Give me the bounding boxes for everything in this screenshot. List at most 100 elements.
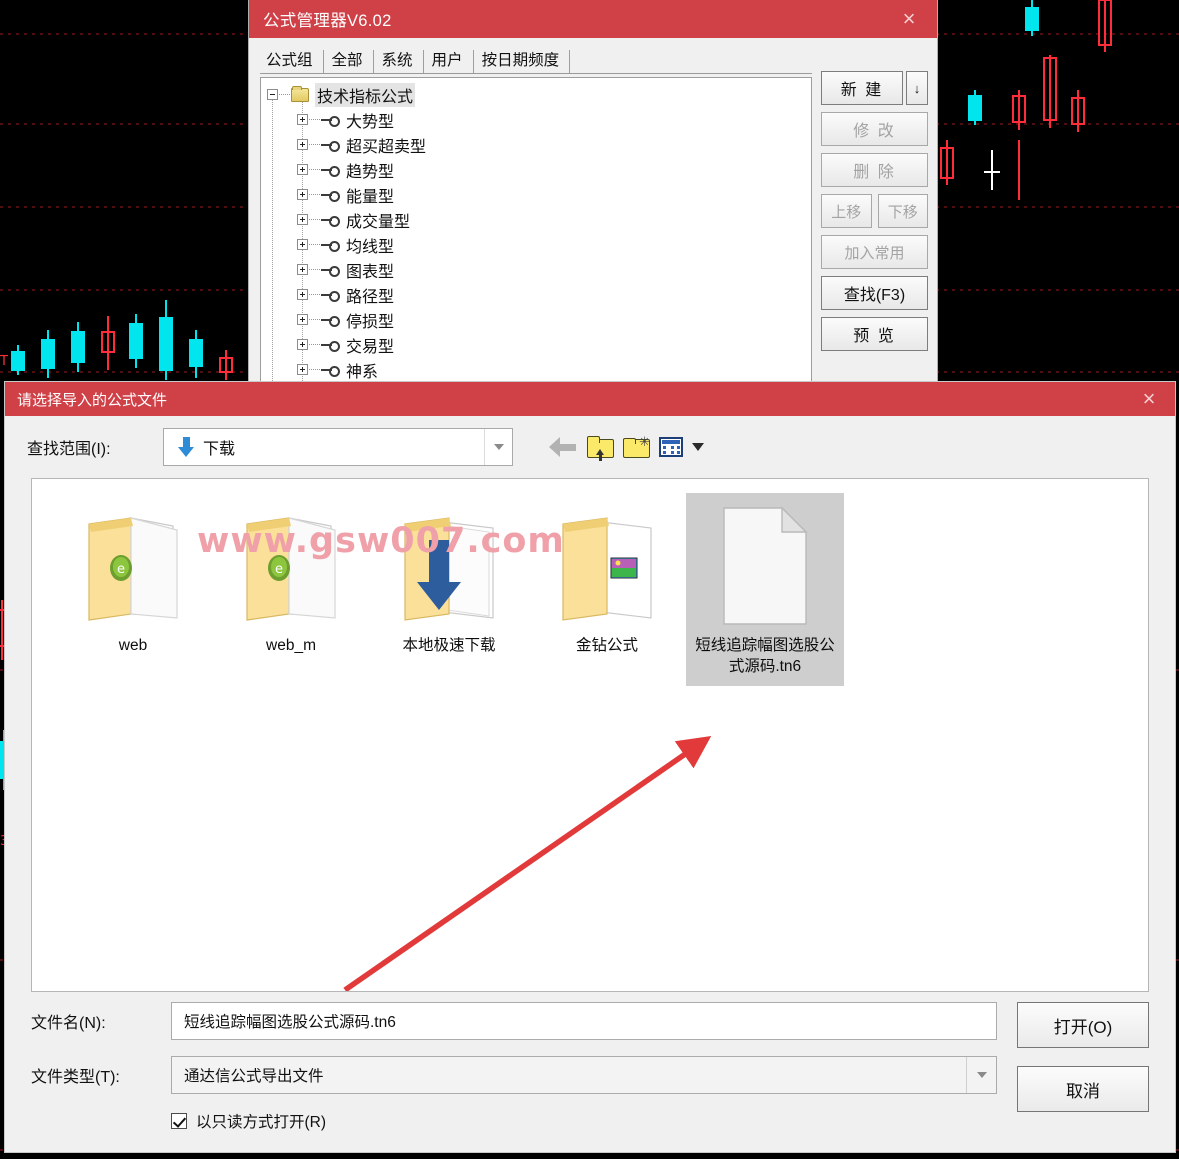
tree-item-trading[interactable]: 交易型 [267,332,811,357]
tree-root-label: 技术指标公式 [315,82,416,107]
new-dropdown-icon[interactable]: ↓ [906,71,928,105]
tree-item-daishixing[interactable]: 大势型 [267,107,811,132]
file-item-local-download[interactable]: 本地极速下载 [370,493,528,686]
tree-item-label: 成交量型 [346,213,411,231]
indicator-icon [321,115,341,127]
file-dialog-titlebar: 请选择导入的公式文件 × [5,382,1175,416]
expand-icon[interactable] [297,139,308,150]
indicator-icon [321,290,341,302]
file-item-web[interactable]: e web [54,493,212,686]
tree-item-chart[interactable]: 图表型 [267,257,811,282]
filetype-dropdown-button[interactable] [966,1057,996,1093]
tree-item-label: 交易型 [346,338,395,356]
lookin-combobox[interactable]: 下载 [163,428,513,466]
tree-item-label: 超买超卖型 [346,138,427,156]
filename-input[interactable]: 短线追踪幅图选股公式源码.tn6 [171,1002,997,1040]
expand-icon[interactable] [297,364,308,375]
file-item-selected-formula-source[interactable]: 短线追踪幅图选股公式源码.tn6 [686,493,844,686]
file-open-dialog: 请选择导入的公式文件 × 查找范围(I): 下载 ✳ e web e web_m… [4,381,1176,1153]
formula-manager-titlebar: 公式管理器V6.02 × [249,0,937,38]
svg-text:e: e [275,562,283,577]
tree-item-shenxi[interactable]: 神系 [267,357,811,382]
tree-item-overbought[interactable]: 超买超卖型 [267,132,811,157]
move-down-button[interactable]: 下移 [877,194,928,228]
close-icon[interactable]: × [1127,382,1171,416]
svg-text:e: e [117,562,125,577]
new-folder-icon[interactable]: ✳ [623,435,650,458]
collapse-icon[interactable] [267,89,278,100]
add-favorite-button[interactable]: 加入常用 [821,235,928,269]
formula-manager-body: 公式组 全部 系统 用户 按日期频度 技术指标公式 大势型 超买超卖型 趋势型 … [249,38,937,389]
move-up-button[interactable]: 上移 [821,194,872,228]
tree-item-moving-average[interactable]: 均线型 [267,232,811,257]
expand-icon[interactable] [297,114,308,125]
modify-button[interactable]: 修 改 [821,112,928,146]
file-label: 金钻公式 [575,637,638,654]
file-label: 短线追踪幅图选股公式源码.tn6 [695,637,835,675]
views-icon[interactable] [659,437,683,457]
tab-system[interactable]: 系统 [374,49,424,73]
readonly-row[interactable]: 以只读方式打开(R) [171,1110,1149,1132]
folder-open-icon: e [81,502,185,630]
file-dialog-bottom-panel: 文件名(N): 短线追踪幅图选股公式源码.tn6 文件类型(T): 通达信公式导… [5,992,1175,1152]
formula-manager-title: 公式管理器V6.02 [263,12,392,30]
expand-icon[interactable] [297,339,308,350]
tree-item-path[interactable]: 路径型 [267,282,811,307]
chevron-down-icon [493,444,504,450]
expand-icon[interactable] [297,289,308,300]
filename-label: 文件名(N): [31,1015,106,1032]
expand-icon[interactable] [297,239,308,250]
annotation-arrow [343,735,712,991]
formula-manager-left-pane: 公式组 全部 系统 用户 按日期频度 技术指标公式 大势型 超买超卖型 趋势型 … [260,48,812,383]
formula-tree[interactable]: 技术指标公式 大势型 超买超卖型 趋势型 能量型 成交量型 均线型 图表型 路径… [260,77,812,383]
tab-user[interactable]: 用户 [424,49,474,73]
expand-icon[interactable] [297,214,308,225]
file-list-area[interactable]: e web e web_m 本地极速下载 金钻公式 短线追踪幅图选股公式源码.t… [31,478,1149,992]
tab-by-date-frequency[interactable]: 按日期频度 [474,49,571,73]
file-item-jinzuan-formula[interactable]: 金钻公式 [528,493,686,686]
tree-connector [279,94,291,95]
cancel-button[interactable]: 取消 [1017,1066,1149,1112]
tab-formula-group[interactable]: 公式组 [260,49,324,73]
indicator-icon [321,165,341,177]
file-label: 本地极速下载 [402,637,496,654]
readonly-checkbox[interactable] [171,1113,187,1129]
find-button[interactable]: 查找(F3) [821,276,928,310]
tree-connector [309,194,321,195]
expand-icon[interactable] [297,264,308,275]
tab-all[interactable]: 全部 [324,49,374,73]
filetype-select[interactable]: 通达信公式导出文件 [171,1056,997,1094]
tree-root-item[interactable]: 技术指标公式 [267,82,811,107]
back-icon[interactable] [549,437,576,457]
tree-guide-line [272,100,273,382]
tree-connector [309,169,321,170]
tree-item-trend[interactable]: 趋势型 [267,157,811,182]
tree-item-stoploss[interactable]: 停损型 [267,307,811,332]
move-button-group: 上移 下移 [821,194,928,228]
expand-icon[interactable] [297,189,308,200]
expand-icon[interactable] [297,164,308,175]
preview-button[interactable]: 预 览 [821,317,928,351]
delete-button[interactable]: 删 除 [821,153,928,187]
filename-row: 文件名(N): 短线追踪幅图选股公式源码.tn6 [31,1002,1149,1040]
file-label: web [118,637,148,654]
indicator-icon [321,215,341,227]
open-button[interactable]: 打开(O) [1017,1002,1149,1048]
svg-text:T: T [0,354,8,369]
formula-manager-tabs: 公式组 全部 系统 用户 按日期频度 [260,48,812,74]
tree-item-energy[interactable]: 能量型 [267,182,811,207]
formula-manager-window: 公式管理器V6.02 × 公式组 全部 系统 用户 按日期频度 技术指标公式 大… [248,0,938,388]
views-dropdown-icon[interactable] [692,443,704,451]
up-folder-icon[interactable] [587,436,614,461]
expand-icon[interactable] [297,314,308,325]
indicator-icon [321,315,341,327]
tree-item-volume[interactable]: 成交量型 [267,207,811,232]
close-icon[interactable]: × [887,2,931,36]
tree-item-label: 均线型 [346,238,395,256]
new-button[interactable]: 新 建 [821,71,903,105]
file-item-web-m[interactable]: e web_m [212,493,370,686]
tree-connector [309,369,321,370]
filetype-row: 文件类型(T): 通达信公式导出文件 [31,1056,1149,1094]
tree-connector [309,344,321,345]
lookin-dropdown-button[interactable] [484,429,512,465]
